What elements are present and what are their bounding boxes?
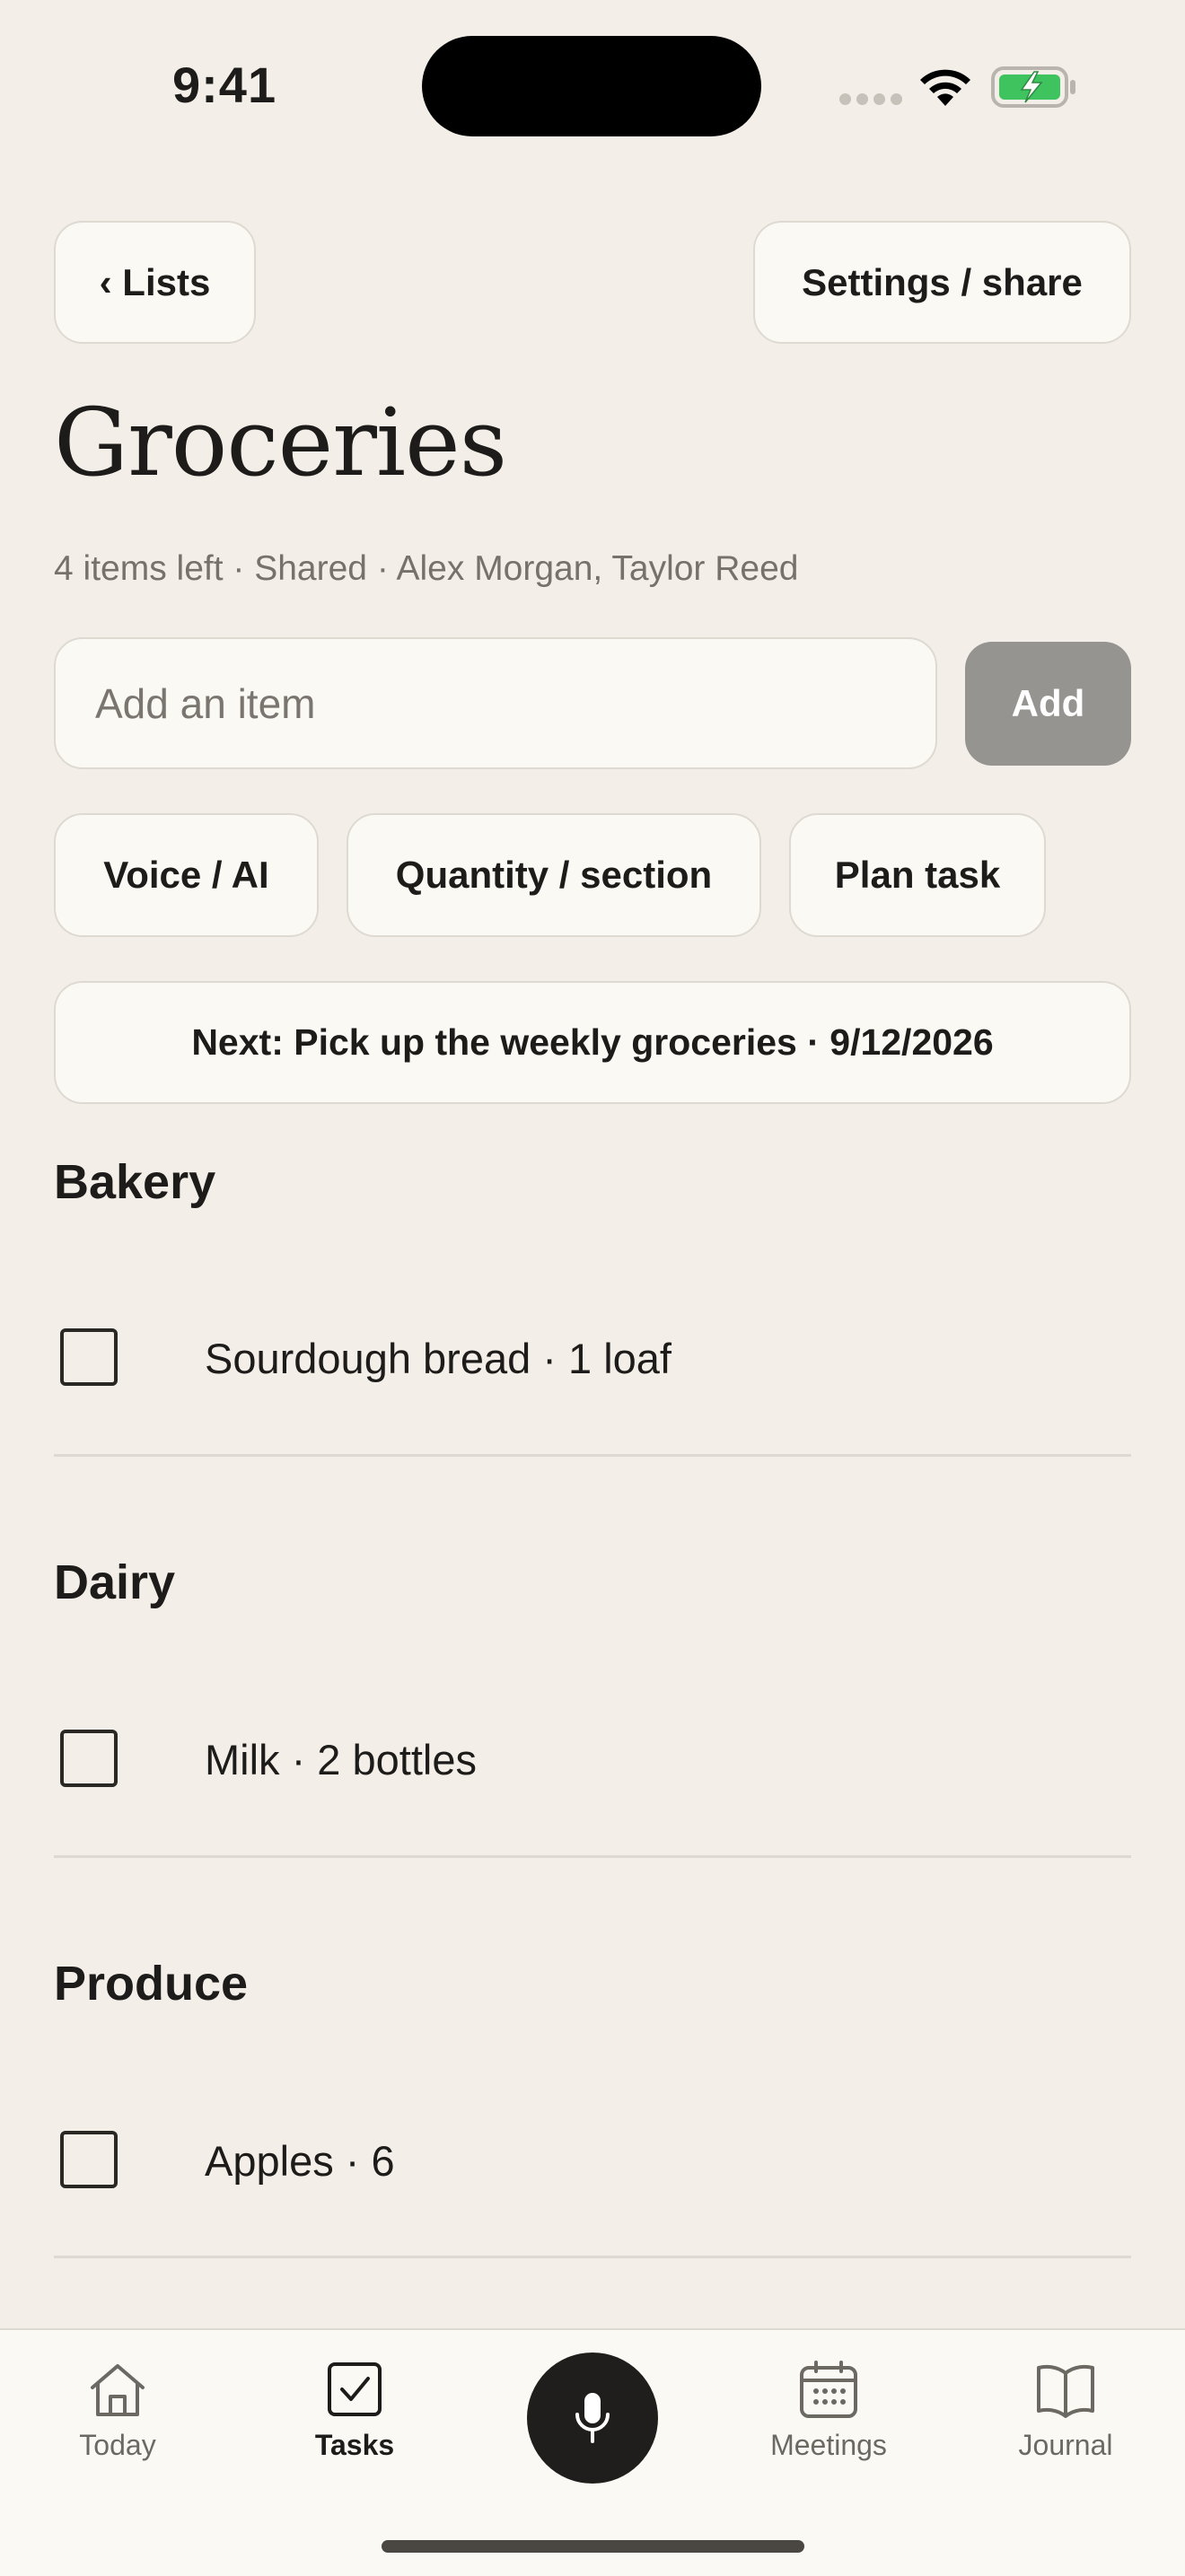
tab-meetings[interactable]: Meetings (743, 2361, 914, 2462)
list-meta: 4 items left · Shared · Alex Morgan, Tay… (54, 549, 799, 588)
status-time: 9:41 (172, 57, 277, 113)
tab-tasks[interactable]: Tasks (269, 2361, 440, 2462)
divider (54, 1454, 1131, 1457)
calendar-icon (800, 2361, 857, 2418)
list-item-label[interactable]: Milk · 2 bottles (205, 1735, 477, 1784)
tab-label: Tasks (314, 2429, 395, 2461)
quantity-section-chip[interactable]: Quantity / section (347, 813, 761, 937)
divider (54, 1855, 1131, 1858)
tab-label: Meetings (770, 2429, 887, 2461)
cellular-signal-icon (839, 93, 908, 110)
book-icon (1037, 2364, 1094, 2418)
divider (54, 2256, 1131, 2258)
tab-label: Journal (1018, 2429, 1113, 2461)
check-square-icon (328, 2362, 382, 2416)
back-to-lists-button[interactable]: ‹ Lists (54, 221, 256, 344)
add-item-input[interactable] (54, 637, 937, 769)
item-checkbox[interactable] (60, 1328, 118, 1386)
voice-record-button[interactable] (527, 2353, 658, 2484)
tab-label: Today (79, 2429, 156, 2461)
item-checkbox[interactable] (60, 1730, 118, 1787)
home-icon (91, 2364, 145, 2416)
section-title-produce: Produce (54, 1957, 249, 2011)
tab-today[interactable]: Today (32, 2361, 203, 2462)
section-title-dairy: Dairy (54, 1555, 176, 1609)
item-checkbox[interactable] (60, 2131, 118, 2188)
microphone-icon (575, 2393, 610, 2443)
home-indicator (382, 2540, 804, 2553)
list-item-label[interactable]: Apples · 6 (205, 2136, 395, 2186)
settings-share-button[interactable]: Settings / share (753, 221, 1131, 344)
page-title: Groceries (54, 388, 507, 497)
section-title-bakery: Bakery (54, 1155, 216, 1209)
wifi-icon (920, 69, 970, 106)
add-button[interactable]: Add (965, 642, 1131, 766)
tab-journal[interactable]: Journal (980, 2361, 1151, 2462)
voice-ai-chip[interactable]: Voice / AI (54, 813, 319, 937)
plan-task-chip[interactable]: Plan task (789, 813, 1046, 937)
list-item-label[interactable]: Sourdough bread · 1 loaf (205, 1334, 672, 1383)
next-task-banner[interactable]: Next: Pick up the weekly groceries · 9/1… (54, 981, 1131, 1104)
dynamic-island (422, 36, 761, 136)
battery-charging-icon (991, 66, 1075, 108)
